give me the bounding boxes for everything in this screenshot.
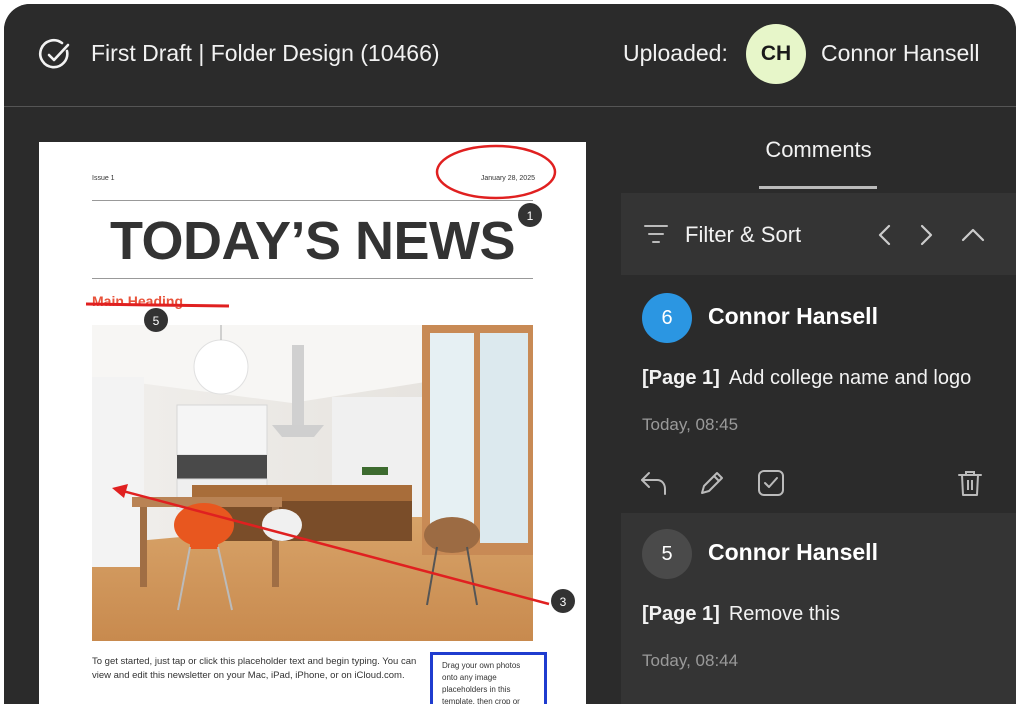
chevron-up-icon[interactable] (960, 225, 986, 245)
chevron-right-icon[interactable] (916, 223, 936, 247)
comment-number-badge: 6 (642, 293, 692, 343)
comment-author: Connor Hansell (708, 539, 878, 565)
tab-comments[interactable]: Comments (621, 137, 1016, 163)
arrow-head (112, 484, 128, 498)
filter-bar: Filter & Sort (621, 193, 1016, 275)
comment-number-badge: 5 (642, 529, 692, 579)
comment-text: Remove this (728, 603, 840, 625)
uploader-name: Connor Hansell (821, 40, 980, 66)
comment-timestamp: Today, 08:44 (642, 651, 739, 670)
tab-active-indicator (759, 186, 877, 189)
comment-page-ref: [Page 1] (642, 603, 720, 625)
filter-icon[interactable] (643, 222, 669, 246)
comment-marker-3[interactable]: 3 (551, 589, 575, 613)
top-bar: First Draft | Folder Design (10466) Uplo… (4, 4, 1016, 107)
resolve-icon[interactable] (756, 469, 786, 497)
comment-body: [Page 1] Remove this (642, 603, 840, 626)
app-window: First Draft | Folder Design (10466) Uplo… (4, 4, 1016, 704)
comment-text: Add college name and logo (728, 367, 972, 389)
strikethrough-annotation (85, 302, 230, 308)
trash-icon[interactable] (955, 469, 985, 497)
comment-marker-1[interactable]: 1 (518, 203, 542, 227)
check-circle-icon (38, 38, 70, 69)
arrow-annotation (118, 488, 550, 606)
document-title: First Draft | Folder Design (10466) (91, 40, 440, 66)
svg-text:1: 1 (527, 209, 534, 223)
document-preview-pane: Issue 1 January 28, 2025 TODAY’S NEWS Ma… (4, 107, 620, 704)
comment-marker-5[interactable]: 5 (144, 308, 168, 332)
comment-card[interactable]: 6 Connor Hansell [Page 1] Add college nam… (621, 277, 1016, 511)
edit-icon[interactable] (697, 469, 727, 497)
svg-text:5: 5 (153, 314, 160, 328)
avatar[interactable]: CH (746, 24, 806, 84)
reply-icon[interactable] (639, 469, 669, 497)
comment-page-ref: [Page 1] (642, 367, 720, 389)
svg-text:3: 3 (560, 595, 567, 609)
date-circle-annotation (435, 144, 557, 200)
filter-sort-button[interactable]: Filter & Sort (685, 222, 801, 248)
annotation-layer: 1 5 3 (85, 144, 575, 613)
comments-panel: Comments Filter & Sort 6 Connor Hansell (621, 107, 1016, 704)
document-page[interactable]: Issue 1 January 28, 2025 TODAY’S NEWS Ma… (39, 142, 586, 704)
comment-body: [Page 1] Add college name and logo (642, 367, 971, 390)
chevron-left-icon[interactable] (875, 223, 895, 247)
comment-author: Connor Hansell (708, 303, 878, 329)
comment-timestamp: Today, 08:45 (642, 415, 739, 434)
uploaded-label: Uploaded: (623, 40, 728, 66)
comment-card[interactable]: 5 Connor Hansell [Page 1] Remove this Tod… (621, 513, 1016, 704)
